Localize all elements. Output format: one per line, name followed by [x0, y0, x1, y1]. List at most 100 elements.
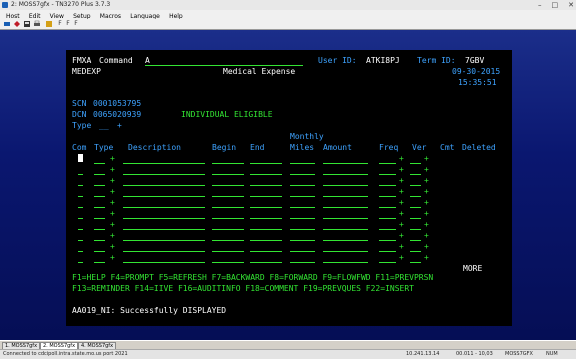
ver-field[interactable]	[410, 210, 421, 219]
font-icon[interactable]: F	[56, 20, 64, 28]
com-field[interactable]	[78, 243, 83, 252]
begin-field[interactable]	[212, 155, 244, 164]
ver-field[interactable]	[410, 177, 421, 186]
print-icon[interactable]	[33, 20, 41, 28]
amount-field[interactable]	[323, 232, 368, 241]
miles-field[interactable]	[290, 177, 315, 186]
freq-field[interactable]	[379, 188, 396, 197]
com-field[interactable]	[78, 199, 83, 208]
ver-field[interactable]	[410, 221, 421, 230]
description-field[interactable]	[123, 155, 205, 164]
freq-field[interactable]	[379, 232, 396, 241]
type-field[interactable]	[94, 188, 105, 197]
miles-field[interactable]	[290, 188, 315, 197]
freq-field[interactable]	[379, 221, 396, 230]
amount-field[interactable]	[323, 243, 368, 252]
color-icon[interactable]	[45, 20, 53, 28]
end-field[interactable]	[250, 155, 282, 164]
com-field[interactable]	[78, 166, 83, 175]
type-field[interactable]: __	[99, 121, 109, 130]
com-field[interactable]	[78, 210, 83, 219]
type-field[interactable]	[94, 177, 105, 186]
ver-field[interactable]	[410, 243, 421, 252]
com-field[interactable]	[78, 254, 83, 263]
ver-field[interactable]	[410, 199, 421, 208]
font-toggle-icon[interactable]: F	[64, 20, 72, 28]
type-field[interactable]	[94, 243, 105, 252]
type-field[interactable]	[94, 210, 105, 219]
com-field[interactable]	[78, 232, 83, 241]
end-field[interactable]	[250, 166, 282, 175]
com-field[interactable]	[78, 221, 83, 230]
com-field[interactable]	[78, 188, 83, 197]
freq-field[interactable]	[379, 155, 396, 164]
miles-field[interactable]	[290, 254, 315, 263]
miles-field[interactable]	[290, 243, 315, 252]
miles-field[interactable]	[290, 232, 315, 241]
amount-field[interactable]	[323, 166, 368, 175]
description-field[interactable]	[123, 254, 205, 263]
end-field[interactable]	[250, 199, 282, 208]
ver-field[interactable]	[410, 232, 421, 241]
begin-field[interactable]	[212, 188, 244, 197]
miles-field[interactable]	[290, 210, 315, 219]
description-field[interactable]	[123, 166, 205, 175]
end-field[interactable]	[250, 177, 282, 186]
type-field[interactable]	[94, 232, 105, 241]
amount-field[interactable]	[323, 221, 368, 230]
description-field[interactable]	[123, 210, 205, 219]
close-button[interactable]: ✕	[568, 0, 574, 10]
font-size-icon[interactable]: F	[72, 20, 80, 28]
description-field[interactable]	[123, 232, 205, 241]
description-field[interactable]	[123, 221, 205, 230]
type-field[interactable]	[94, 199, 105, 208]
begin-field[interactable]	[212, 243, 244, 252]
freq-field[interactable]	[379, 254, 396, 263]
end-field[interactable]	[250, 188, 282, 197]
ver-field[interactable]	[410, 166, 421, 175]
begin-field[interactable]	[212, 199, 244, 208]
type-field[interactable]	[94, 166, 105, 175]
freq-field[interactable]	[379, 210, 396, 219]
ver-field[interactable]	[410, 155, 421, 164]
amount-field[interactable]	[323, 155, 368, 164]
end-field[interactable]	[250, 221, 282, 230]
begin-field[interactable]	[212, 232, 244, 241]
freq-field[interactable]	[379, 243, 396, 252]
end-field[interactable]	[250, 254, 282, 263]
maximize-button[interactable]: □	[552, 0, 559, 10]
end-field[interactable]	[250, 210, 282, 219]
begin-field[interactable]	[212, 254, 244, 263]
type-field[interactable]	[94, 221, 105, 230]
miles-field[interactable]	[290, 155, 315, 164]
miles-field[interactable]	[290, 221, 315, 230]
connect-icon[interactable]	[3, 20, 11, 28]
freq-field[interactable]	[379, 199, 396, 208]
amount-field[interactable]	[323, 199, 368, 208]
begin-field[interactable]	[212, 166, 244, 175]
miles-field[interactable]	[290, 199, 315, 208]
ver-field[interactable]	[410, 254, 421, 263]
type-field[interactable]	[94, 254, 105, 263]
end-field[interactable]	[250, 232, 282, 241]
description-field[interactable]	[123, 177, 205, 186]
terminal-screen[interactable]: FMXA Command A User ID: ATKI8PJ Term ID:…	[66, 50, 512, 326]
freq-field[interactable]	[379, 166, 396, 175]
ver-field[interactable]	[410, 188, 421, 197]
description-field[interactable]	[123, 199, 205, 208]
begin-field[interactable]	[212, 177, 244, 186]
amount-field[interactable]	[323, 188, 368, 197]
begin-field[interactable]	[212, 210, 244, 219]
begin-field[interactable]	[212, 221, 244, 230]
type-field[interactable]	[94, 155, 105, 164]
amount-field[interactable]	[323, 177, 368, 186]
save-icon[interactable]	[23, 20, 31, 28]
end-field[interactable]	[250, 243, 282, 252]
miles-field[interactable]	[290, 166, 315, 175]
description-field[interactable]	[123, 188, 205, 197]
disconnect-icon[interactable]	[13, 20, 21, 28]
amount-field[interactable]	[323, 254, 368, 263]
description-field[interactable]	[123, 243, 205, 252]
minimize-button[interactable]: –	[538, 0, 542, 10]
com-field[interactable]	[78, 177, 83, 186]
